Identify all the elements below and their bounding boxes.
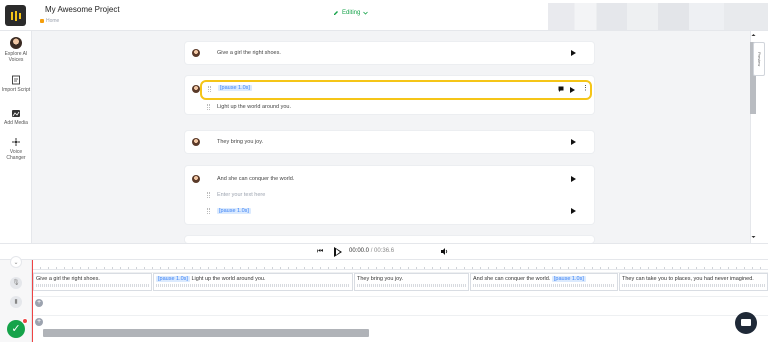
script-line[interactable]: They bring you joy. [185, 136, 594, 148]
timeline-clip[interactable]: [pause 1.0s] Light up the world around y… [153, 273, 353, 291]
time-display: 00:00.0 / 00:36.6 [349, 248, 394, 254]
timeline-clip[interactable]: And she can conquer the world. [pause 1.… [470, 273, 618, 291]
sidebar-item-label: Explore AI Voices [4, 51, 28, 63]
voice-avatar[interactable] [192, 85, 200, 93]
drag-handle-icon[interactable] [207, 208, 210, 214]
line-text[interactable]: Give a girl the right shoes. [217, 50, 281, 56]
editing-mode-dropdown[interactable]: Editing [333, 10, 369, 16]
sidebar-item-voice-changer[interactable]: Voice Changer [0, 137, 32, 161]
time-ruler[interactable] [32, 260, 768, 270]
line-text[interactable]: And she can conquer the world. [217, 176, 294, 182]
chevron-down-icon [363, 11, 369, 15]
timeline-clip[interactable]: They bring you joy. [354, 273, 469, 291]
pencil-icon [334, 11, 338, 15]
logo-icon [10, 10, 21, 21]
play-line-icon[interactable] [571, 139, 576, 145]
playhead[interactable] [32, 260, 33, 342]
pause-tag[interactable]: [pause 1.0s] [217, 208, 251, 214]
skip-back-icon[interactable]: ⏮ [317, 248, 323, 256]
microphone-icon[interactable]: 🎙 [10, 277, 22, 289]
more-options-icon[interactable]: ⋮ [582, 85, 589, 92]
project-title[interactable]: My Awesome Project [45, 5, 120, 14]
player-bar: ⏮ 00:00.0 / 00:36.6 [0, 243, 768, 259]
horizontal-scrollbar[interactable] [43, 329, 369, 337]
voice-avatar[interactable] [192, 49, 200, 57]
header: My Awesome Project Home Editing [0, 0, 768, 31]
blurred-header-actions [548, 3, 768, 30]
script-line[interactable]: Light up the world around you. [185, 101, 594, 113]
sidebar-item-add-media[interactable]: Add Media [0, 109, 32, 126]
app-root: My Awesome Project Home Editing Explore … [0, 0, 768, 342]
preview-tab[interactable]: Preview [753, 42, 765, 76]
video-track-icon[interactable]: ▮ [10, 296, 22, 308]
chevron-down-icon[interactable]: ⌄ [10, 256, 22, 268]
scroll-up-icon[interactable] [751, 33, 756, 37]
sidebar-item-label: Add Media [4, 120, 28, 126]
media-track [32, 296, 768, 313]
sidebar-item-explore-ai-voices[interactable]: Explore AI Voices [0, 37, 32, 63]
script-line[interactable]: [pause 1.0s] [185, 205, 594, 217]
voice-avatar[interactable] [192, 138, 200, 146]
avatar-icon [10, 37, 22, 49]
script-block[interactable]: And she can conquer the world. Enter you… [185, 166, 594, 224]
add-audio-icon[interactable]: + [35, 318, 43, 326]
home-icon [40, 19, 44, 23]
voice-avatar[interactable] [192, 175, 200, 183]
active-line-highlight [200, 80, 592, 100]
breadcrumb[interactable]: Home [40, 18, 59, 24]
left-sidebar: Explore AI Voices Import Script Add Medi… [0, 31, 32, 243]
chat-icon [741, 319, 751, 326]
timeline-clip[interactable]: Give a girl the right shoes. [33, 273, 152, 291]
line-placeholder[interactable]: Enter your text here [217, 192, 265, 198]
app-logo[interactable] [5, 5, 26, 26]
timeline-clip[interactable]: They can take you to places, you had nev… [619, 273, 768, 291]
scroll-down-icon[interactable] [751, 235, 756, 239]
time-separator: / [370, 248, 373, 254]
play-icon-inner [336, 249, 340, 255]
play-line-icon[interactable] [571, 50, 576, 56]
voice-changer-icon [12, 138, 20, 146]
volume-icon[interactable] [440, 247, 449, 256]
sidebar-item-label: Import Script [1, 87, 31, 93]
editing-label: Editing [342, 10, 361, 16]
play-line-icon[interactable] [571, 176, 576, 182]
script-block[interactable]: Give a girl the right shoes. [185, 42, 594, 64]
sidebar-item-label: Voice Changer [6, 149, 26, 161]
line-text[interactable]: They bring you joy. [217, 139, 263, 145]
breadcrumb-home[interactable]: Home [46, 18, 59, 24]
notification-dot [22, 318, 28, 324]
play-line-icon[interactable] [570, 87, 575, 93]
add-media-icon[interactable]: + [35, 299, 43, 307]
script-line-empty[interactable]: Enter your text here [185, 189, 594, 201]
media-icon [12, 110, 20, 117]
import-icon [12, 75, 20, 85]
sidebar-item-import-script[interactable]: Import Script [0, 75, 32, 93]
script-line[interactable]: And she can conquer the world. [185, 173, 594, 185]
pause-tag[interactable]: [pause 1.0s] [218, 85, 252, 91]
drag-handle-icon[interactable] [208, 86, 211, 92]
script-block[interactable]: They bring you joy. [185, 131, 594, 153]
script-block[interactable] [185, 236, 594, 243]
line-text[interactable]: Light up the world around you. [217, 104, 291, 110]
comment-icon[interactable] [558, 86, 564, 92]
drag-handle-icon[interactable] [207, 192, 210, 198]
drag-handle-icon[interactable] [207, 104, 210, 110]
current-time: 00:00.0 [349, 248, 370, 254]
duration: 00:36.6 [374, 248, 395, 254]
play-line-icon[interactable] [571, 208, 576, 214]
script-line[interactable]: Give a girl the right shoes. [185, 47, 594, 59]
